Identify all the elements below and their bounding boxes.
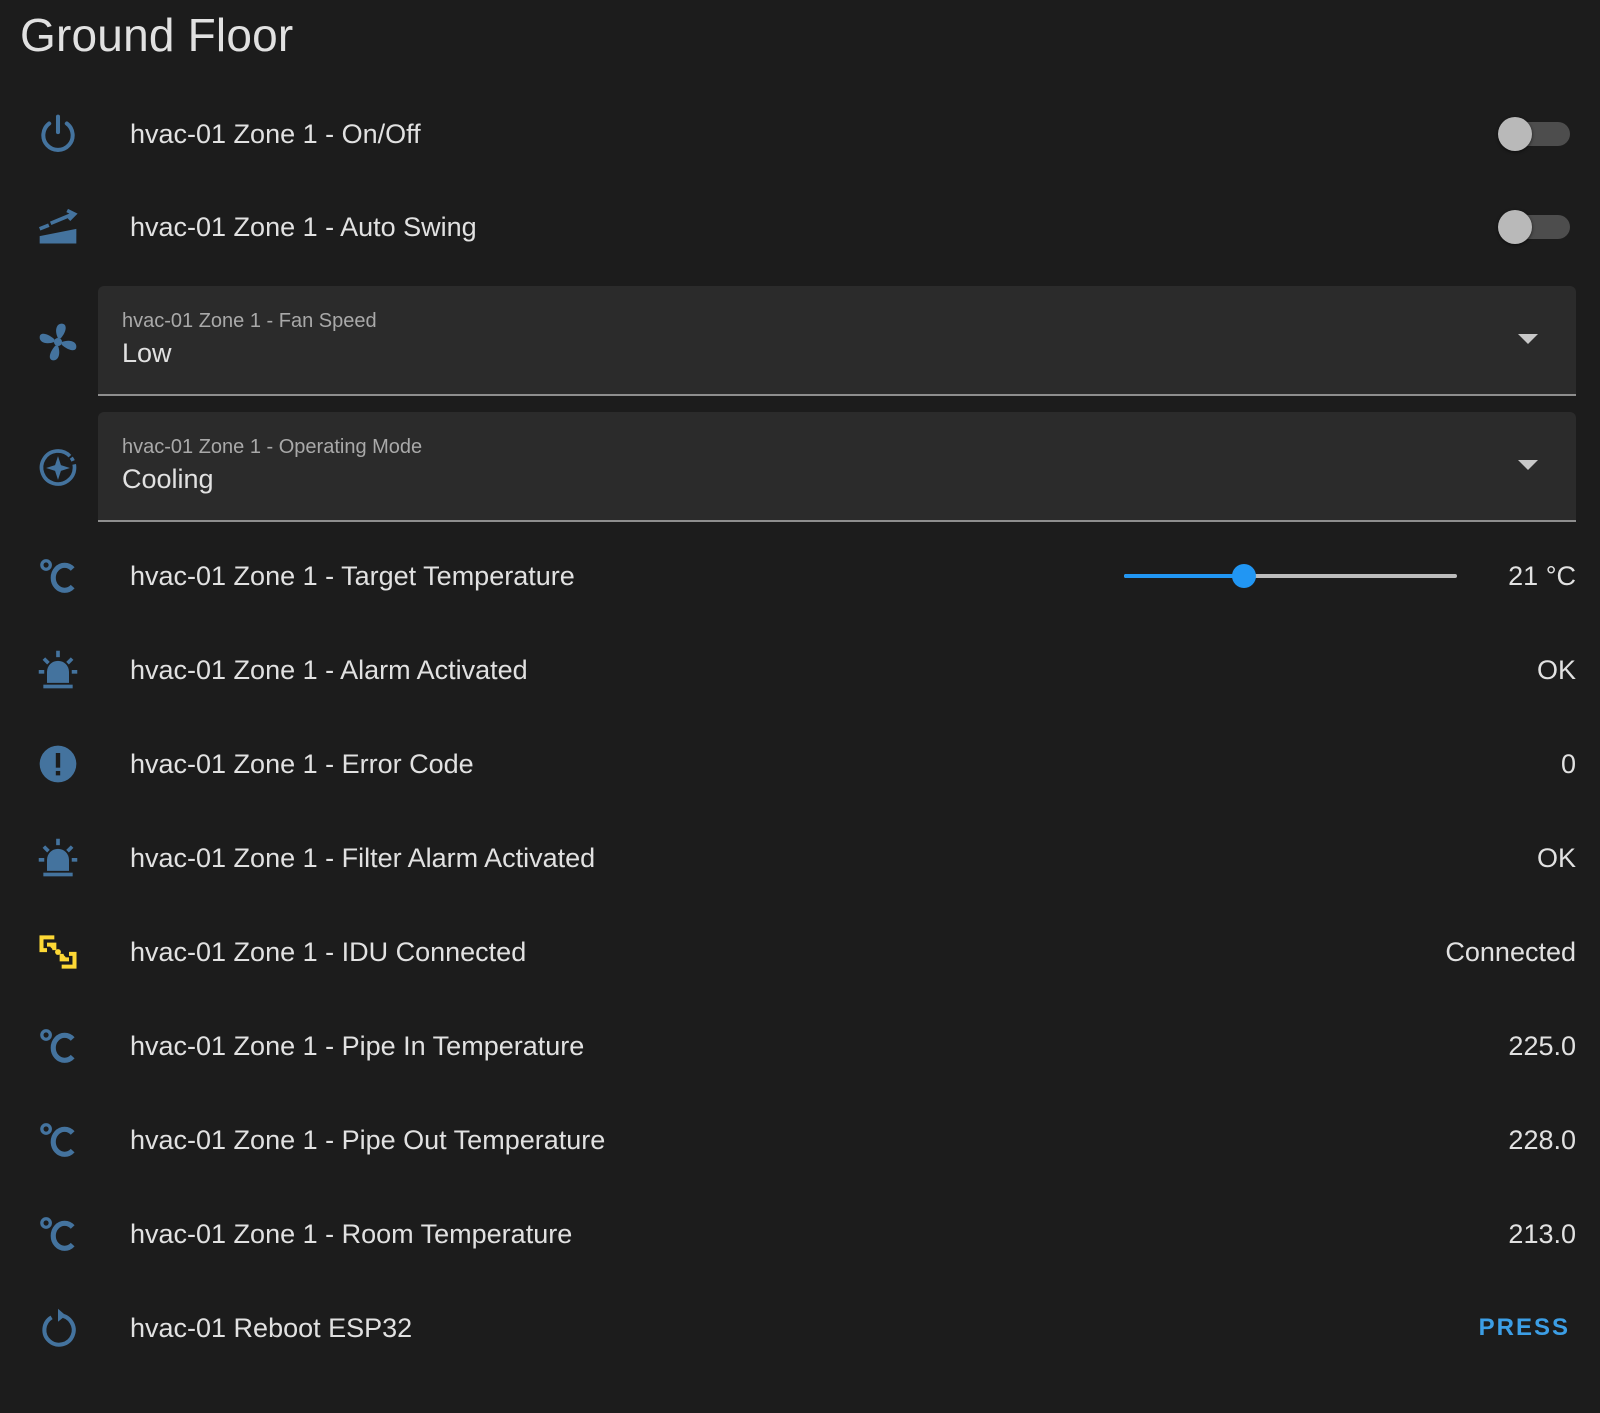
row-filter-alarm: hvac-01 Zone 1 - Filter Alarm Activated …	[0, 818, 1600, 898]
alarm-activated-value: OK	[1536, 655, 1576, 685]
pipe-in-label[interactable]: hvac-01 Zone 1 - Pipe In Temperature	[130, 1006, 584, 1086]
reboot-label[interactable]: hvac-01 Reboot ESP32	[130, 1288, 412, 1368]
room-temperature-label[interactable]: hvac-01 Zone 1 - Room Temperature	[130, 1194, 572, 1274]
mode-icon	[36, 446, 80, 490]
temperature-celsius-icon	[36, 1212, 80, 1256]
idu-connected-value: Connected	[1445, 937, 1576, 967]
chevron-down-icon	[1518, 460, 1538, 470]
alert-circle-icon	[36, 742, 80, 786]
alarm-activated-label[interactable]: hvac-01 Zone 1 - Alarm Activated	[130, 630, 528, 710]
target-temperature-slider[interactable]	[1124, 564, 1457, 588]
row-idu-connected: hvac-01 Zone 1 - IDU Connected Connected	[0, 912, 1600, 992]
row-auto-swing: hvac-01 Zone 1 - Auto Swing	[0, 187, 1600, 267]
operating-mode-select[interactable]: hvac-01 Zone 1 - Operating Mode Cooling	[98, 412, 1576, 522]
chevron-down-icon	[1518, 334, 1538, 344]
error-code-value: 0	[1560, 749, 1576, 779]
row-on-off: hvac-01 Zone 1 - On/Off	[0, 94, 1600, 174]
toggle-knob	[1498, 210, 1532, 244]
slider-thumb[interactable]	[1231, 564, 1256, 588]
press-button[interactable]: PRESS	[1467, 1304, 1582, 1352]
temperature-celsius-icon	[36, 554, 80, 598]
temperature-celsius-icon	[36, 1118, 80, 1162]
temperature-celsius-icon	[36, 1024, 80, 1068]
power-icon	[36, 112, 80, 156]
restart-icon	[36, 1306, 80, 1350]
swing-icon	[36, 205, 80, 249]
target-temperature-value: 21 °C	[1508, 561, 1576, 591]
alarm-light-icon	[36, 836, 80, 880]
idu-connected-label[interactable]: hvac-01 Zone 1 - IDU Connected	[130, 912, 526, 992]
connection-icon	[36, 930, 80, 974]
card-title: Ground Floor	[20, 9, 294, 61]
slider-fill	[1124, 574, 1244, 578]
room-temperature-value: 213.0	[1508, 1219, 1576, 1249]
error-code-label[interactable]: hvac-01 Zone 1 - Error Code	[130, 724, 474, 804]
row-error-code: hvac-01 Zone 1 - Error Code 0	[0, 724, 1600, 804]
pipe-out-value: 228.0	[1508, 1125, 1576, 1155]
operating-mode-value: Cooling	[122, 464, 214, 494]
filter-alarm-value: OK	[1536, 843, 1576, 873]
ground-floor-card: Ground Floor hvac-01 Zone 1 - On/Off hva…	[0, 0, 1600, 1413]
alarm-light-icon	[36, 648, 80, 692]
pipe-in-value: 225.0	[1508, 1031, 1576, 1061]
auto-swing-toggle[interactable]	[1498, 210, 1570, 244]
row-alarm-activated: hvac-01 Zone 1 - Alarm Activated OK	[0, 630, 1600, 710]
fan-speed-label: hvac-01 Zone 1 - Fan Speed	[122, 310, 377, 332]
row-pipe-in-temperature: hvac-01 Zone 1 - Pipe In Temperature 225…	[0, 1006, 1600, 1086]
fan-speed-select[interactable]: hvac-01 Zone 1 - Fan Speed Low	[98, 286, 1576, 396]
filter-alarm-label[interactable]: hvac-01 Zone 1 - Filter Alarm Activated	[130, 818, 595, 898]
auto-swing-label[interactable]: hvac-01 Zone 1 - Auto Swing	[130, 187, 477, 267]
row-pipe-out-temperature: hvac-01 Zone 1 - Pipe Out Temperature 22…	[0, 1100, 1600, 1180]
row-reboot: hvac-01 Reboot ESP32 PRESS	[0, 1288, 1600, 1368]
row-target-temperature: hvac-01 Zone 1 - Target Temperature 21 °…	[0, 536, 1600, 616]
on-off-toggle[interactable]	[1498, 117, 1570, 151]
toggle-knob	[1498, 117, 1532, 151]
fan-icon	[36, 320, 80, 364]
row-room-temperature: hvac-01 Zone 1 - Room Temperature 213.0	[0, 1194, 1600, 1274]
fan-speed-value: Low	[122, 338, 172, 368]
operating-mode-label: hvac-01 Zone 1 - Operating Mode	[122, 436, 423, 458]
target-temperature-label[interactable]: hvac-01 Zone 1 - Target Temperature	[130, 536, 575, 616]
pipe-out-label[interactable]: hvac-01 Zone 1 - Pipe Out Temperature	[130, 1100, 605, 1180]
on-off-label[interactable]: hvac-01 Zone 1 - On/Off	[130, 94, 421, 174]
